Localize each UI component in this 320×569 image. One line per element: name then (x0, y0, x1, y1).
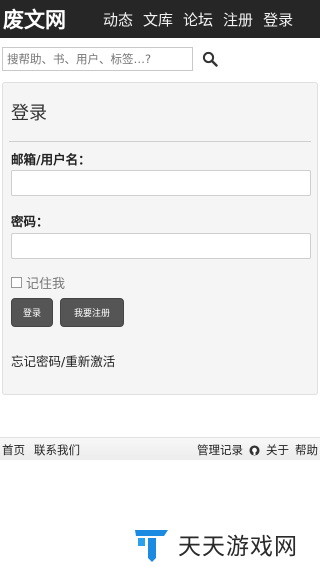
watermark-text: 天天游戏网 (178, 534, 298, 560)
login-panel: 登录 邮箱/用户名： 密码： 记住我 登录 我要注册 忘记密码/重新激活 (2, 82, 318, 395)
github-icon[interactable] (249, 444, 260, 456)
forgot-password-link[interactable]: 忘记密码/重新激活 (11, 351, 115, 370)
top-navbar: 废文网 动态 文库 论坛 注册 登录 (0, 0, 320, 38)
footer-bar: 首页 联系我们 管理记录 关于 帮助 (0, 437, 320, 460)
title-divider (9, 141, 311, 142)
login-button[interactable]: 登录 (11, 298, 53, 327)
remember-me[interactable]: 记住我 (11, 273, 65, 292)
footer-contact-link[interactable]: 联系我们 (34, 442, 80, 458)
nav-item-login[interactable]: 登录 (263, 9, 293, 30)
register-button[interactable]: 我要注册 (60, 298, 124, 327)
remember-checkbox[interactable] (11, 277, 22, 288)
password-field[interactable] (11, 233, 311, 259)
nav-item-forum[interactable]: 论坛 (183, 9, 213, 30)
footer-help-link[interactable]: 帮助 (295, 442, 318, 458)
watermark: 天天游戏网 (132, 524, 298, 564)
login-title: 登录 (11, 103, 47, 124)
nav-item-library[interactable]: 文库 (143, 9, 173, 30)
footer-admin-log-link[interactable]: 管理记录 (197, 442, 243, 458)
nav-item-register[interactable]: 注册 (223, 9, 253, 30)
search-input[interactable] (2, 47, 193, 71)
footer-home-link[interactable]: 首页 (2, 442, 25, 458)
footer-about-link[interactable]: 关于 (266, 442, 289, 458)
search-bar (0, 44, 320, 74)
email-field[interactable] (11, 170, 311, 196)
remember-label: 记住我 (26, 277, 66, 292)
site-logo[interactable]: 废文网 (0, 4, 95, 34)
main-nav: 动态 文库 论坛 注册 登录 (95, 9, 293, 30)
search-button[interactable] (199, 48, 221, 70)
email-label: 邮箱/用户名： (11, 152, 91, 167)
nav-item-feed[interactable]: 动态 (103, 9, 133, 30)
password-label: 密码： (11, 214, 49, 229)
search-icon (202, 51, 218, 67)
watermark-logo-icon (135, 530, 168, 562)
